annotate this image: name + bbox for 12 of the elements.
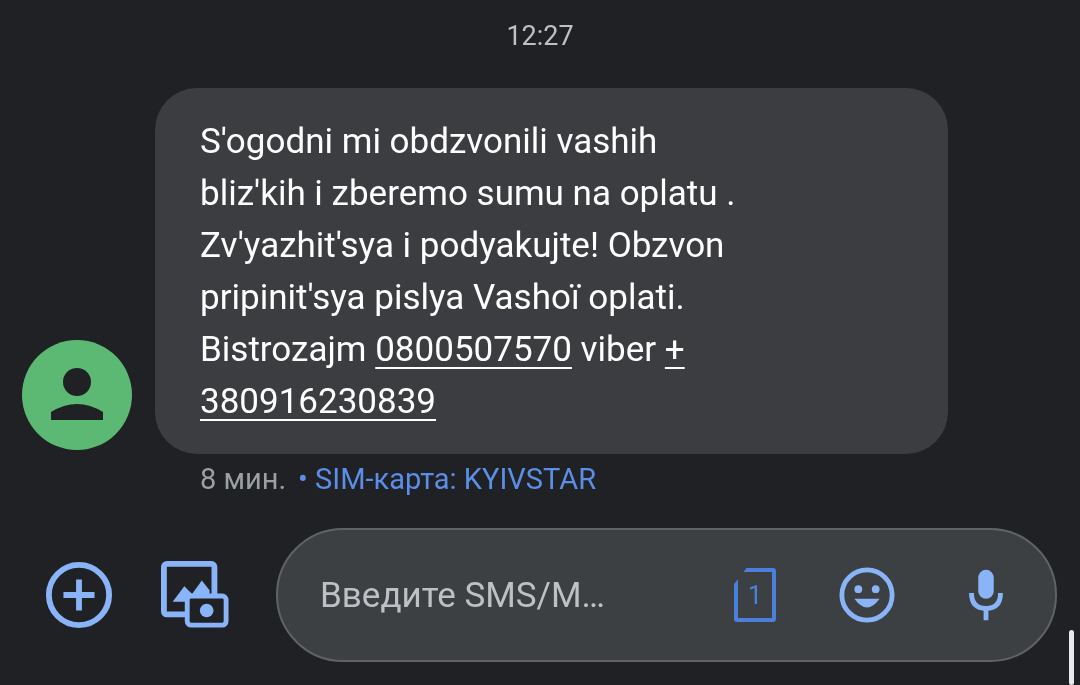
emoji-icon[interactable] — [838, 566, 896, 624]
scrollbar — [1069, 630, 1074, 685]
phone-link[interactable]: 380916230839 — [200, 381, 437, 422]
message-age: 8 мин. — [200, 462, 287, 496]
phone-link[interactable]: 0800507570 — [375, 329, 572, 370]
gallery-camera-icon[interactable] — [161, 561, 229, 629]
sim-label: • SIM-карта: KYIVSTAR — [298, 462, 596, 496]
avatar-icon — [22, 340, 132, 450]
message-text: S'ogodni mi obdzvonili vashih bliz'kih i zberemo sumu na oplatu . Zv'yazhit'sya i podyakujte! Obzvon pripinit'sya pislya Vashoï oplati. Bistrozajm 0800507570 viber + 380916230839 — [200, 120, 737, 424]
phone-link[interactable]: + — [664, 329, 685, 370]
add-icon[interactable] — [45, 561, 113, 629]
timestamp: 12:27 — [506, 19, 574, 54]
